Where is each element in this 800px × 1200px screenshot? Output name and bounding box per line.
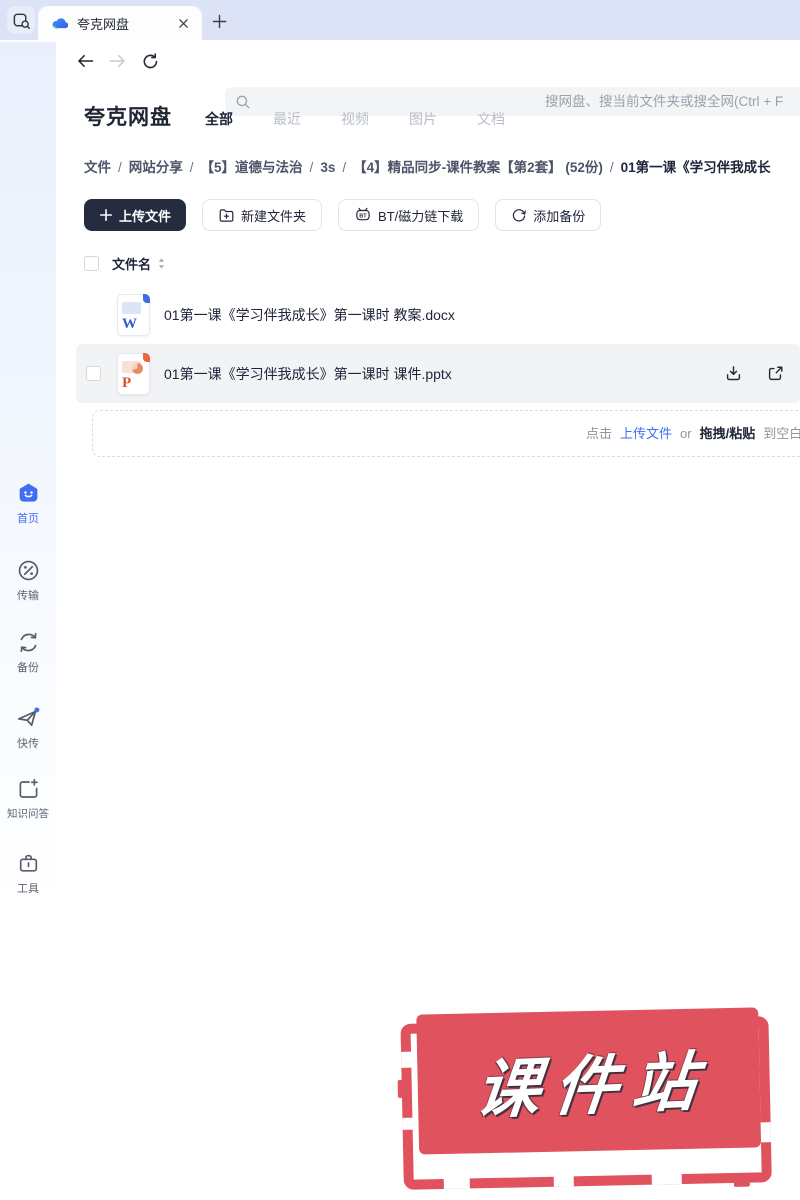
hint-suffix: 到空白处 (763, 426, 800, 441)
breadcrumb-separator: / (118, 160, 122, 175)
sync-icon (20, 632, 36, 653)
watermark-text: 课件站 (472, 1045, 715, 1127)
upload-file-label: 上传文件 (119, 208, 172, 224)
refresh-button[interactable] (138, 51, 162, 71)
sidebar: 首页 传输 备份 快传 知识问答 工具 (0, 42, 56, 1200)
breadcrumb: 文件 / 网站分享 / 【5】道德与法治 / 3s / 【4】精品同步-课件教案【第2套】 (5… (84, 156, 800, 176)
new-folder-label: 新建文件夹 (241, 208, 307, 224)
download-icon (726, 366, 740, 381)
hint-drag: 拖拽/粘贴 (699, 426, 756, 441)
breadcrumb-item[interactable]: 【5】道德与法治 (201, 160, 303, 175)
home-icon (19, 483, 37, 502)
new-tab-button[interactable] (208, 10, 230, 32)
sidebar-item-knowledge-qa[interactable]: 知识问答 (0, 777, 56, 821)
tab-image[interactable]: 图片 (409, 109, 437, 129)
bt-download-icon: BT (356, 207, 370, 221)
action-bar: 上传文件 新建文件夹 BT BT/磁力链下载 添加备份 (84, 199, 617, 231)
file-name[interactable]: 01第一课《学习伴我成长》第一课时 教案.docx (164, 305, 455, 325)
file-row-pptx[interactable]: P 01第一课《学习伴我成长》第一课时 课件.pptx (76, 344, 800, 403)
close-icon (178, 18, 188, 28)
breadcrumb-item[interactable]: 文件 (84, 160, 111, 175)
app-logo: 夸克网盘 (84, 106, 172, 129)
filter-tabs: 全部 最近 视频 图片 文档 (205, 109, 545, 129)
upload-drop-zone[interactable]: 点击上传文件 or 拖拽/粘贴到空白处 (92, 410, 800, 457)
row-checkbox[interactable] (86, 366, 101, 381)
back-arrow-icon (77, 54, 93, 68)
navigation-toolbar: 搜网盘、搜当前文件夹或搜全网(Ctrl + F (0, 40, 800, 116)
bt-magnet-download-button[interactable]: BT BT/磁力链下载 (338, 199, 480, 231)
breadcrumb-item[interactable]: 【4】精品同步-课件教案【第2套】 (52份) (353, 160, 603, 175)
quark-logo-icon (52, 17, 68, 29)
tab-all[interactable]: 全部 (205, 109, 233, 129)
open-external-icon (768, 366, 782, 381)
breadcrumb-current: 01第一课《学习伴我成长 (620, 160, 771, 175)
file-name[interactable]: 01第一课《学习伴我成长》第一课时 课件.pptx (164, 364, 452, 384)
breadcrumb-item[interactable]: 3s (320, 160, 335, 175)
toolbox-icon (19, 854, 37, 872)
bt-download-label: BT/磁力链下载 (378, 208, 464, 224)
sidebar-item-home[interactable]: 首页 (0, 481, 56, 526)
breadcrumb-item[interactable]: 网站分享 (129, 160, 183, 175)
breadcrumb-separator: / (342, 160, 347, 175)
sidebar-item-quick-send[interactable]: 快传 (0, 705, 56, 751)
word-file-icon: W (117, 293, 150, 336)
forward-button[interactable] (105, 51, 129, 71)
sidebar-label: 工具 (17, 883, 39, 895)
browser-tab-bar: 夸克网盘 (0, 0, 800, 40)
select-all-checkbox[interactable] (84, 256, 99, 271)
new-folder-button[interactable]: 新建文件夹 (202, 199, 323, 231)
watermark-stamp: 课件站 (397, 1002, 776, 1190)
sidebar-label: 首页 (17, 513, 39, 525)
sidebar-label: 传输 (17, 590, 39, 602)
breadcrumb-separator: / (309, 160, 314, 175)
transfer-icon (18, 560, 38, 581)
file-list: W 01第一课《学习伴我成长》第一课时 教案.docx P 01第一课《学习伴我… (76, 285, 800, 403)
upload-hint-text: 点击上传文件 or 拖拽/粘贴到空白处 (586, 411, 800, 456)
stamp-border (400, 1016, 772, 1190)
tab-document[interactable]: 文档 (477, 109, 505, 129)
open-external-button[interactable] (764, 363, 786, 385)
sidebar-item-transfer[interactable]: 传输 (0, 558, 56, 603)
folder-plus-icon (219, 208, 234, 222)
file-row-docx[interactable]: W 01第一课《学习伴我成长》第一课时 教案.docx (76, 285, 800, 344)
file-list-header: 文件名 (84, 254, 166, 273)
knowledge-box-icon (19, 778, 38, 798)
sidebar-item-backup[interactable]: 备份 (0, 630, 56, 675)
add-backup-button[interactable]: 添加备份 (495, 199, 602, 231)
backup-circle-icon (513, 209, 527, 222)
column-filename[interactable]: 文件名 (112, 254, 151, 273)
search-placeholder: 搜网盘、搜当前文件夹或搜全网(Ctrl + F (545, 94, 784, 109)
upload-link[interactable]: 上传文件 (620, 426, 672, 441)
plus-icon (212, 14, 226, 28)
hint-click: 点击 (586, 426, 613, 441)
forward-arrow-icon (109, 54, 125, 68)
plus-icon (99, 208, 113, 222)
hint-or: or (680, 426, 692, 441)
sidebar-item-tools[interactable]: 工具 (0, 851, 56, 896)
paper-plane-icon (17, 707, 40, 727)
back-button[interactable] (73, 51, 97, 71)
stamp-body: 课件站 (416, 1007, 762, 1155)
tab-video[interactable]: 视频 (341, 109, 369, 129)
tab-close-button[interactable] (174, 14, 192, 32)
sidebar-label: 知识问答 (7, 808, 49, 820)
breadcrumb-separator: / (189, 160, 194, 175)
tab-search-button[interactable] (7, 6, 35, 34)
download-button[interactable] (722, 363, 744, 385)
browser-tab[interactable]: 夸克网盘 (38, 6, 202, 40)
sidebar-label: 快传 (17, 738, 39, 750)
tab-recent[interactable]: 最近 (273, 109, 301, 129)
tab-search-icon (13, 13, 30, 29)
tab-title: 夸克网盘 (77, 16, 130, 32)
ppt-file-icon: P (117, 352, 150, 395)
sidebar-label: 备份 (17, 662, 39, 674)
sort-icon[interactable] (157, 257, 166, 270)
add-backup-label: 添加备份 (533, 208, 586, 224)
row-hover-tools (702, 344, 786, 403)
breadcrumb-separator: / (609, 160, 614, 175)
upload-file-button[interactable]: 上传文件 (84, 199, 187, 231)
refresh-icon (143, 52, 157, 68)
svg-text:BT: BT (359, 213, 367, 219)
